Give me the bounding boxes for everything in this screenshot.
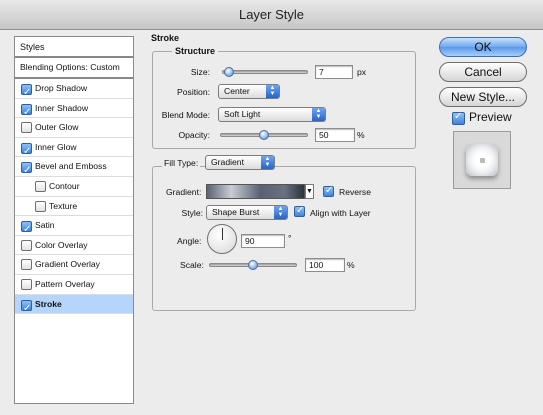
scale-label: Scale: [180, 260, 204, 270]
style-checkbox[interactable] [21, 239, 32, 251]
style-checkbox[interactable] [35, 200, 46, 212]
styles-item-gradient-overlay[interactable]: Gradient Overlay [15, 255, 133, 275]
fill-type-select[interactable]: Gradient ▲ ▼ [205, 155, 275, 170]
preview-checkbox[interactable] [452, 111, 465, 125]
styles-list: Styles Blending Options: Custom Drop Sha… [14, 36, 134, 404]
styles-item-stroke[interactable]: Stroke [15, 294, 133, 318]
style-checkbox[interactable] [21, 103, 32, 122]
styles-item-pattern-overlay[interactable]: Pattern Overlay [15, 275, 133, 295]
preview-thumbnail [453, 131, 511, 189]
scale-field[interactable]: 100 [305, 258, 345, 272]
style-item-label: Texture [49, 200, 78, 211]
style-checkbox[interactable] [21, 142, 32, 161]
opacity-field[interactable]: 50 [315, 128, 355, 142]
styles-item-texture[interactable]: Texture [15, 197, 133, 217]
style-checkbox[interactable] [21, 220, 32, 239]
angle-dial[interactable] [207, 224, 237, 254]
gradient-label: Gradient: [166, 187, 202, 197]
preview-dot [480, 158, 485, 163]
style-checkbox[interactable] [21, 122, 32, 134]
style-item-label: Outer Glow [35, 122, 79, 133]
styles-item-bevel-and-emboss[interactable]: Bevel and Emboss [15, 157, 133, 180]
new-style-button[interactable]: New Style... [439, 87, 527, 107]
blend-mode-value: Soft Light [224, 109, 261, 119]
style-checkbox[interactable] [21, 83, 32, 102]
reverse-checkbox[interactable] [323, 185, 334, 197]
style-item-label: Gradient Overlay [35, 259, 100, 270]
position-value: Center [224, 86, 250, 96]
opacity-unit: % [357, 130, 365, 140]
angle-label: Angle: [177, 236, 202, 246]
style-checkbox[interactable] [21, 259, 32, 271]
blend-mode-select[interactable]: Soft Light ▲ ▼ [218, 107, 326, 122]
styles-item-inner-glow[interactable]: Inner Glow [15, 138, 133, 161]
style-value: Shape Burst [212, 207, 260, 217]
styles-item-inner-shadow[interactable]: Inner Shadow [15, 99, 133, 122]
styles-item-outer-glow[interactable]: Outer Glow [15, 118, 133, 138]
style-checkbox[interactable] [21, 161, 32, 180]
align-with-layer-label: Align with Layer [310, 208, 371, 218]
style-item-label: Contour [49, 180, 80, 191]
chevron-updown-icon: ▲ ▼ [261, 156, 274, 169]
opacity-slider-knob[interactable] [259, 130, 269, 140]
style-label: Style: [181, 208, 204, 218]
style-select[interactable]: Shape Burst ▲ ▼ [206, 205, 288, 220]
style-item-label: Inner Glow [35, 141, 77, 152]
gradient-dropdown-icon[interactable]: ▼ [305, 184, 314, 199]
style-item-label: Inner Shadow [35, 102, 89, 113]
preview-swatch [466, 144, 498, 176]
styles-header[interactable]: Styles [15, 37, 133, 58]
size-field[interactable]: 7 [315, 65, 353, 79]
style-checkbox[interactable] [21, 278, 32, 290]
styles-item-contour[interactable]: Contour [15, 177, 133, 197]
styles-item-satin[interactable]: Satin [15, 216, 133, 239]
style-item-label: Satin [35, 220, 55, 231]
dialog-body: Styles Blending Options: Custom Drop Sha… [0, 30, 543, 415]
preview-label: Preview [469, 110, 512, 124]
chevron-updown-icon: ▲ ▼ [312, 108, 325, 121]
fill-type-label: Fill Type: [162, 158, 201, 168]
size-unit: px [357, 67, 367, 77]
stroke-section-title: Stroke [151, 33, 180, 43]
style-item-label: Bevel and Emboss [35, 161, 107, 172]
styles-item-drop-shadow[interactable]: Drop Shadow [15, 79, 133, 102]
size-label: Size: [190, 67, 210, 77]
style-item-label: Pattern Overlay [35, 278, 95, 289]
gradient-preview[interactable] [206, 184, 305, 199]
blend-mode-label: Blend Mode: [161, 110, 210, 120]
style-item-label: Drop Shadow [35, 83, 88, 93]
position-label: Position: [177, 87, 210, 97]
opacity-label: Opacity: [178, 130, 210, 140]
reverse-label: Reverse [339, 187, 371, 197]
style-item-label: Color Overlay [35, 239, 88, 250]
style-checkbox[interactable] [35, 180, 46, 192]
cancel-button[interactable]: Cancel [439, 62, 527, 82]
window-title: Layer Style [0, 0, 543, 30]
style-checkbox[interactable] [21, 299, 32, 318]
structure-title: Structure [172, 46, 219, 56]
ok-button[interactable]: OK [439, 37, 527, 57]
style-item-label: Stroke [35, 298, 62, 309]
position-select[interactable]: Center ▲ ▼ [218, 84, 280, 99]
align-with-layer-checkbox[interactable] [294, 205, 305, 217]
fill-type-value: Gradient [211, 157, 244, 167]
angle-field[interactable]: 90 [241, 234, 285, 248]
chevron-updown-icon: ▲ ▼ [266, 85, 279, 98]
size-slider-track[interactable] [222, 70, 308, 74]
scale-slider-knob[interactable] [248, 260, 258, 270]
angle-unit: ° [288, 233, 292, 243]
chevron-updown-icon: ▲ ▼ [274, 206, 287, 219]
blending-options-item[interactable]: Blending Options: Custom [15, 58, 133, 79]
scale-unit: % [347, 260, 355, 270]
styles-item-color-overlay[interactable]: Color Overlay [15, 236, 133, 256]
